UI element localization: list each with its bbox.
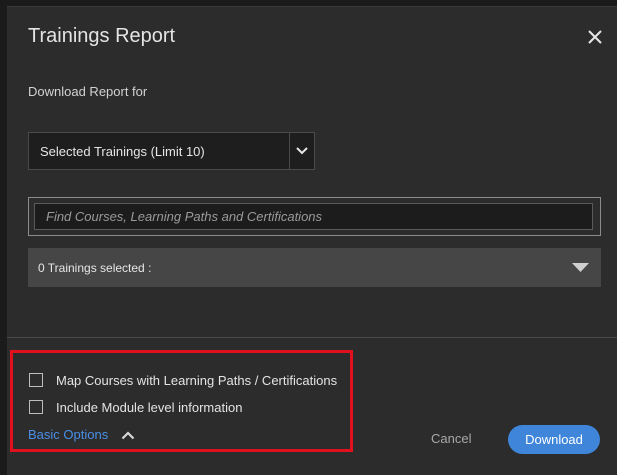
report-for-selected-value: Selected Trainings (Limit 10) <box>40 144 205 159</box>
cancel-button[interactable]: Cancel <box>431 431 471 446</box>
chevron-up-icon[interactable] <box>121 430 135 440</box>
report-for-dropdown[interactable]: Selected Trainings (Limit 10) <box>28 132 315 170</box>
download-report-for-label: Download Report for <box>28 84 148 99</box>
module-info-option[interactable]: Include Module level information <box>29 400 269 418</box>
close-icon <box>588 30 602 44</box>
training-search-input[interactable] <box>34 203 593 230</box>
basic-options-link[interactable]: Basic Options <box>28 427 108 442</box>
map-courses-checkbox[interactable] <box>29 373 43 387</box>
caret-down-icon <box>572 263 589 272</box>
footer-divider <box>7 337 617 338</box>
dropdown-divider <box>289 133 290 169</box>
dialog-title: Trainings Report <box>28 25 176 47</box>
trainings-report-dialog: Trainings Report Download Report for Sel… <box>7 6 617 475</box>
map-courses-label: Map Courses with Learning Paths / Certif… <box>56 373 338 388</box>
module-info-checkbox[interactable] <box>29 400 43 414</box>
module-info-label: Include Module level information <box>56 400 243 415</box>
training-search-container <box>28 197 601 236</box>
download-button[interactable]: Download <box>508 425 600 454</box>
chevron-down-icon <box>296 147 308 155</box>
trainings-selected-toggle[interactable]: 0 Trainings selected : <box>28 248 601 287</box>
trainings-selected-count: 0 Trainings selected : <box>38 261 152 275</box>
close-button[interactable] <box>584 26 606 48</box>
map-courses-option[interactable]: Map Courses with Learning Paths / Certif… <box>29 373 349 391</box>
